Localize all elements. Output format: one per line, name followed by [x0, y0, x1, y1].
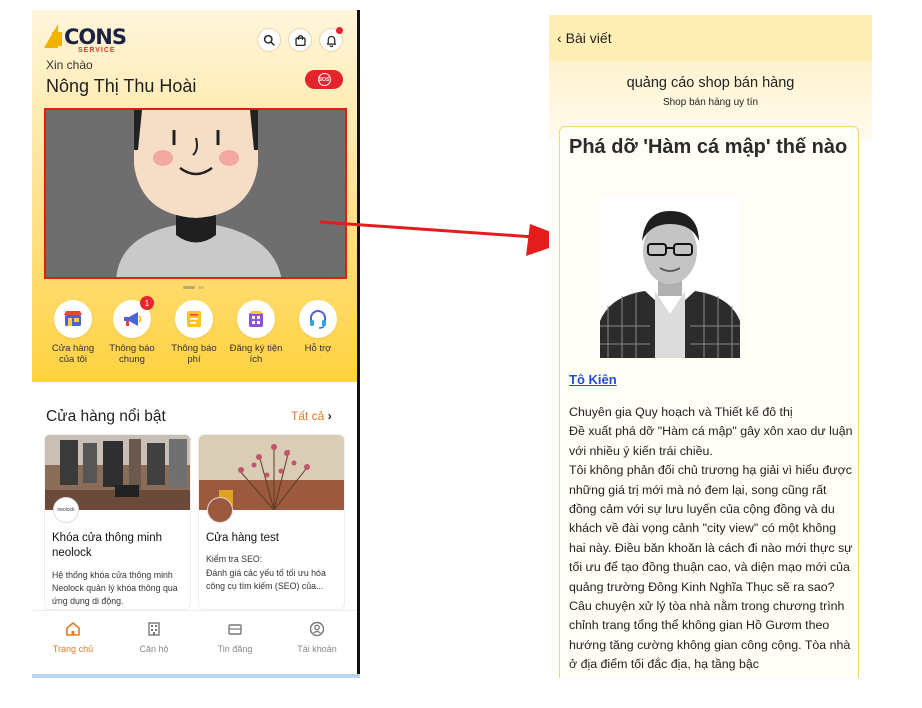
article-heading: Phá dỡ 'Hàm cá mập' thế nào [569, 136, 848, 158]
headset-icon [310, 310, 326, 329]
home-screen: CONS SERVICE Xin chào Nông Thị Thu Hoài … [32, 10, 358, 678]
notice-badge: 1 [140, 296, 154, 310]
search-button[interactable] [257, 28, 281, 52]
post-title: quảng cáo shop bán hàng [626, 75, 795, 91]
listing-icon [228, 624, 242, 635]
store-title: Cửa hàng test [206, 532, 279, 544]
quick-action-fee-notice[interactable]: Thông báo phí [164, 300, 224, 365]
screen-bottom-bar [32, 674, 360, 678]
article-paragraph: Tôi không phản đối chủ trương hạ giải vì… [569, 463, 853, 594]
greeting-text: Xin chào [46, 58, 93, 72]
bottom-navigation: Trang chủ Căn hộ Tin đăng Tài khoản [32, 610, 358, 678]
store-description: Đánh giá các yếu tố tối ưu hóa công cụ t… [206, 568, 326, 591]
nav-account[interactable]: Tài khoản [282, 621, 352, 654]
store-description: Hệ thống khóa cửa thông minh Neolock quả… [52, 570, 178, 606]
back-label: Bài viết [565, 30, 612, 46]
article-paragraph: Câu chuyện xử lý tòa nhà nằm trong chươn… [569, 599, 851, 672]
banner-carousel[interactable] [44, 108, 347, 279]
author-portrait [600, 196, 740, 358]
account-icon [309, 621, 325, 637]
store-card-neolock[interactable]: neolock Khóa cửa thông minh neolock Hệ t… [44, 434, 191, 610]
chevron-right-icon: › [327, 409, 332, 423]
quick-action-register-utility[interactable]: Đăng ký tiện ích [226, 300, 286, 365]
cartoon-face-image [46, 110, 345, 277]
store-avatar [207, 497, 233, 523]
article-card: Phá dỡ 'Hàm cá mập' thế nào Tô Kiên Chuy… [559, 126, 859, 678]
article-body: Chuyên gia Quy hoạch và Thiết kế đô thị … [569, 403, 854, 675]
apartment-icon [148, 622, 160, 636]
nav-listings[interactable]: Tin đăng [200, 621, 270, 654]
cons-logo: CONS SERVICE [44, 22, 127, 56]
red-arrow-annotation [319, 220, 572, 256]
notification-dot [336, 27, 343, 34]
shopping-bag-button[interactable] [288, 28, 312, 52]
store-title: Khóa cửa thông minh neolock [52, 532, 162, 559]
bell-icon [326, 35, 336, 47]
quick-action-general-notice[interactable]: 1 Thông báo chung [102, 296, 162, 365]
chevron-left-icon: ‹ [557, 30, 562, 46]
home-icon [66, 622, 80, 636]
shopping-bag-icon [294, 34, 306, 46]
search-icon [263, 34, 275, 46]
notification-button[interactable] [319, 27, 343, 52]
featured-stores-title: Cửa hàng nổi bật [46, 408, 166, 425]
megaphone-icon [124, 312, 142, 326]
bill-icon [187, 311, 201, 327]
store-icon [64, 311, 82, 326]
sos-icon: SOS [317, 73, 331, 86]
author-link[interactable]: Tô Kiên [569, 372, 617, 387]
user-name: Nông Thị Thu Hoài [46, 76, 197, 96]
sos-button[interactable]: SOS [305, 70, 343, 89]
building-icon [249, 311, 263, 327]
quick-action-my-store[interactable]: Cửa hàng của tôi [43, 300, 103, 365]
store-description-line1: Kiểm tra SEO: [206, 554, 263, 564]
article-screen: ‹ Bài viết quảng cáo shop bán hàng Shop … [549, 15, 872, 678]
post-subtitle: Shop bán hàng uy tín [662, 97, 759, 108]
nav-apartment[interactable]: Căn hộ [119, 621, 189, 654]
store-avatar: neolock [53, 497, 79, 523]
quick-action-support[interactable]: Hỗ trợ [288, 300, 348, 354]
see-all-link[interactable]: Tất cả › [291, 409, 332, 423]
nav-home[interactable]: Trang chủ [38, 621, 108, 654]
article-paragraph: Chuyên gia Quy hoạch và Thiết kế đô thị [569, 405, 793, 419]
article-paragraph: Đề xuất phá dỡ "Hàm cá mập" gây xôn xao … [569, 424, 853, 458]
screen-divider [357, 10, 360, 678]
store-card-test[interactable]: Cửa hàng test Kiểm tra SEO: Đánh giá các… [198, 434, 345, 610]
back-button[interactable]: ‹ Bài viết [557, 30, 612, 46]
carousel-indicator [183, 286, 204, 289]
